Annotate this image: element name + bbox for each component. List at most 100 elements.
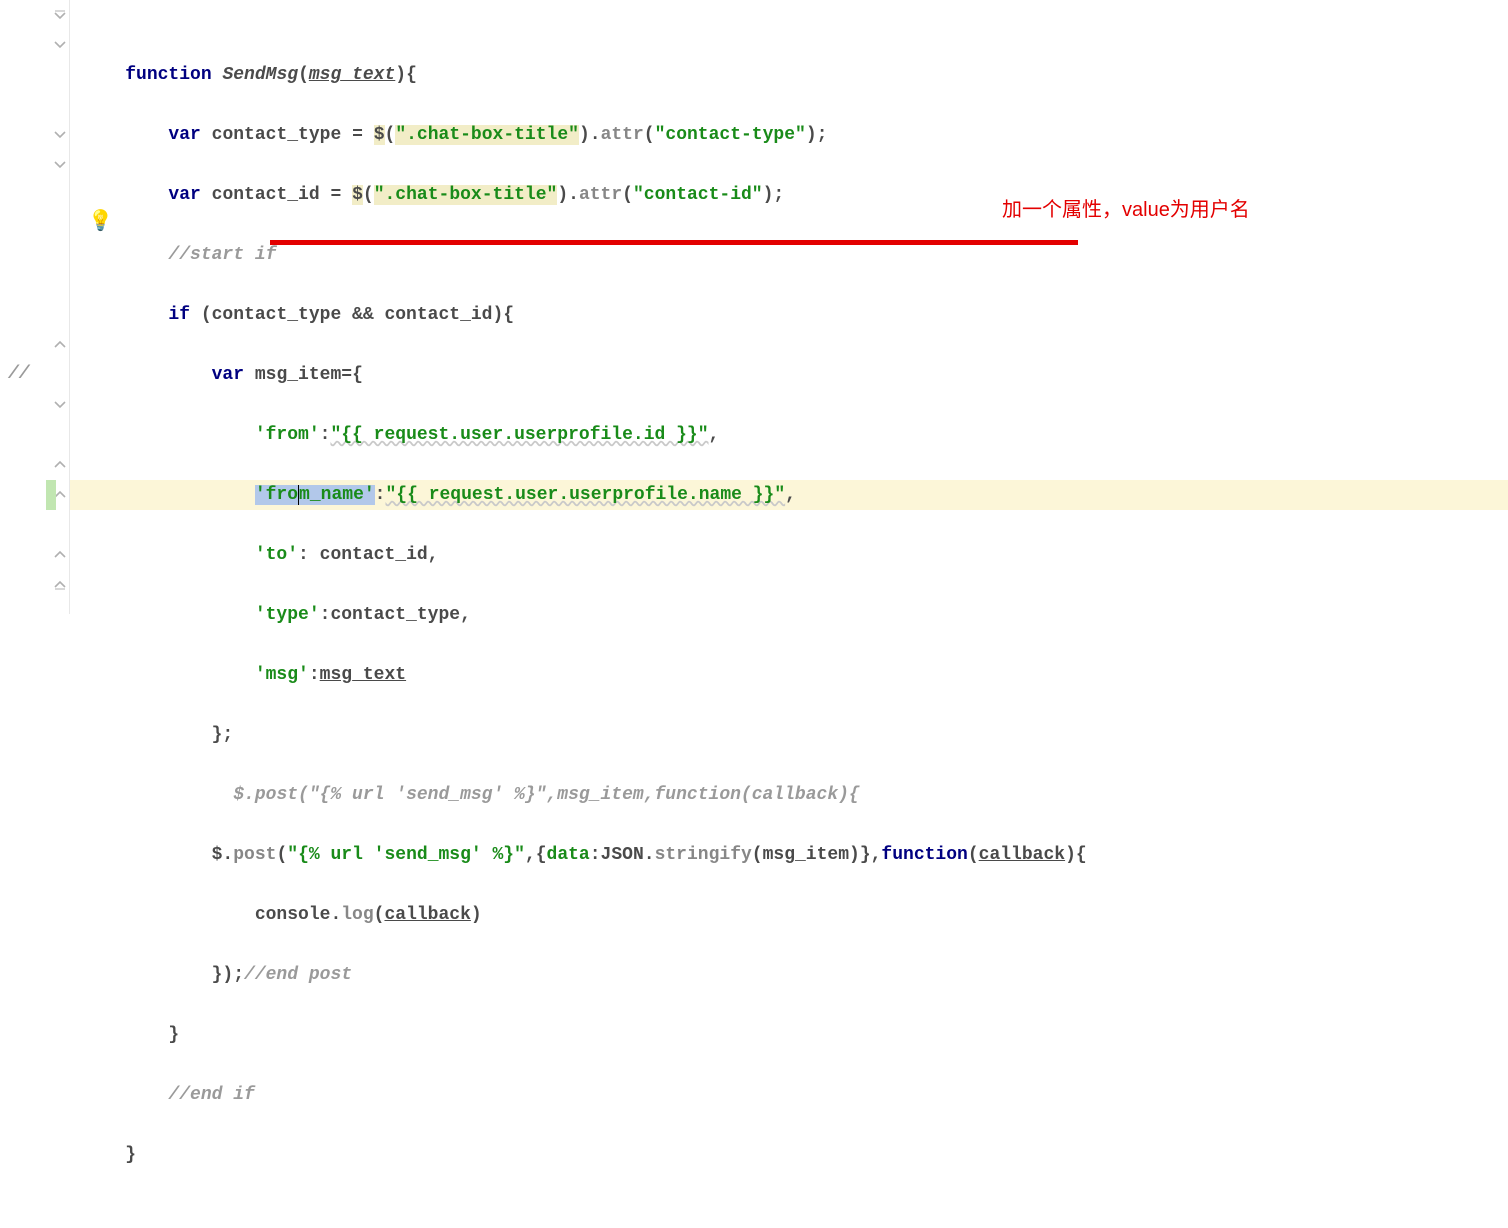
string-key: 'type' — [255, 605, 320, 625]
function-name: SendMsg — [222, 65, 298, 85]
punct: : — [375, 485, 386, 505]
string: ".chat-box-title" — [395, 125, 579, 145]
fold-collapse-icon[interactable] — [53, 128, 67, 142]
punct: ,{ — [525, 845, 547, 865]
punct: ( — [363, 185, 374, 205]
method: log — [341, 905, 373, 925]
punct: ){ — [1065, 845, 1087, 865]
code-line[interactable]: }; — [70, 720, 1508, 750]
fold-collapse-icon[interactable] — [53, 158, 67, 172]
punct: , — [709, 425, 720, 445]
punct: : — [590, 845, 601, 865]
punct: ( — [644, 125, 655, 145]
fold-expand-icon[interactable] — [53, 578, 67, 592]
punct: }); — [212, 965, 244, 985]
args: (msg_item)}, — [752, 845, 882, 865]
punct: ). — [579, 125, 601, 145]
code-line[interactable]: if (contact_type && contact_id){ — [70, 300, 1508, 330]
code-line[interactable]: function SendMsg(msg_text){ — [70, 60, 1508, 90]
identifier: msg_text — [320, 665, 406, 685]
fold-expand-icon[interactable] — [53, 338, 67, 352]
punct: ); — [763, 185, 785, 205]
punct: } — [168, 1025, 179, 1045]
keyword: var — [168, 185, 211, 205]
annotation-text: 加一个属性，value为用户名 — [1002, 195, 1250, 225]
string-key-selected: _name' — [310, 485, 375, 505]
jquery-dollar: $ — [374, 125, 385, 145]
code-editor[interactable]: function SendMsg(msg_text){ var contact_… — [70, 0, 1508, 614]
comment: //end post — [244, 965, 352, 985]
punct: ); — [806, 125, 828, 145]
method: attr — [579, 185, 622, 205]
comment: //start if — [168, 245, 276, 265]
annotation-underline — [270, 240, 1078, 245]
identifier: callback — [384, 905, 470, 925]
gutter-comment-marker: // — [0, 364, 70, 384]
punct: : — [320, 425, 331, 445]
value: : contact_id, — [298, 545, 438, 565]
punct: ( — [374, 905, 385, 925]
code-line-active[interactable]: 'from_name':"{{ request.user.userprofile… — [70, 480, 1508, 510]
keyword: var — [212, 365, 255, 385]
string-value: "{{ request.user.userprofile.name }}" — [385, 485, 785, 505]
punct: }; — [212, 725, 234, 745]
key: data — [547, 845, 590, 865]
jquery-dollar: $ — [352, 185, 363, 205]
op: = — [330, 185, 352, 205]
code-line[interactable]: 'from':"{{ request.user.userprofile.id }… — [70, 420, 1508, 450]
fold-expand-icon[interactable] — [53, 458, 67, 472]
punct: ). — [557, 185, 579, 205]
code-line[interactable]: //end if — [70, 1080, 1508, 1110]
code-line[interactable]: });//end post — [70, 960, 1508, 990]
editor-gutter: 💡 // — [0, 0, 70, 614]
code-line[interactable]: $.post("{% url 'send_msg' %}",msg_item,f… — [70, 780, 1508, 810]
fold-collapse-icon[interactable] — [53, 38, 67, 52]
comment: $.post("{% url 'send_msg' %}",msg_item,f… — [233, 785, 860, 805]
string: "{% url 'send_msg' %}" — [287, 845, 525, 865]
keyword: var — [168, 125, 211, 145]
identifier: msg_item — [255, 365, 341, 385]
punct: ( — [968, 845, 979, 865]
code-line[interactable]: var contact_id = $(".chat-box-title").at… — [70, 180, 1508, 210]
keyword: if — [168, 305, 200, 325]
caret-pos: m — [298, 485, 310, 505]
keyword: function — [881, 845, 967, 865]
value: :contact_type, — [320, 605, 471, 625]
string: ".chat-box-title" — [374, 185, 558, 205]
code-line[interactable]: console.log(callback) — [70, 900, 1508, 930]
code-line[interactable]: var contact_type = $(".chat-box-title").… — [70, 120, 1508, 150]
punct: , — [785, 485, 796, 505]
code-line[interactable]: $.post("{% url 'send_msg' %}",{data:JSON… — [70, 840, 1508, 870]
punct: } — [125, 1145, 136, 1165]
code-line[interactable]: 'type':contact_type, — [70, 600, 1508, 630]
code-line[interactable]: 'to': contact_id, — [70, 540, 1508, 570]
code-line[interactable]: 'msg':msg_text — [70, 660, 1508, 690]
string: "contact-id" — [633, 185, 763, 205]
identifier: JSON — [601, 845, 644, 865]
punct: ( — [622, 185, 633, 205]
string: "contact-type" — [655, 125, 806, 145]
fold-collapse-icon[interactable] — [53, 8, 67, 22]
string-key: 'msg' — [255, 665, 309, 685]
string-key: 'to' — [255, 545, 298, 565]
punct: : — [309, 665, 320, 685]
code-line[interactable]: } — [70, 1020, 1508, 1050]
code-line[interactable]: var msg_item={ — [70, 360, 1508, 390]
punct: ( — [276, 845, 287, 865]
punct: . — [644, 845, 655, 865]
fold-expand-icon[interactable] — [53, 548, 67, 562]
change-marker — [46, 480, 56, 510]
punct: ) — [471, 905, 482, 925]
method: attr — [601, 125, 644, 145]
method: post — [233, 845, 276, 865]
identifier: console. — [255, 905, 341, 925]
code-line[interactable]: } — [70, 1140, 1508, 1170]
punct: ( — [385, 125, 396, 145]
punct: ( — [298, 65, 309, 85]
identifier: contact_type — [212, 125, 352, 145]
identifier: contact_id — [212, 185, 331, 205]
identifier: $. — [212, 845, 234, 865]
punct: ){ — [395, 65, 417, 85]
method: stringify — [655, 845, 752, 865]
fold-collapse-icon[interactable] — [53, 398, 67, 412]
